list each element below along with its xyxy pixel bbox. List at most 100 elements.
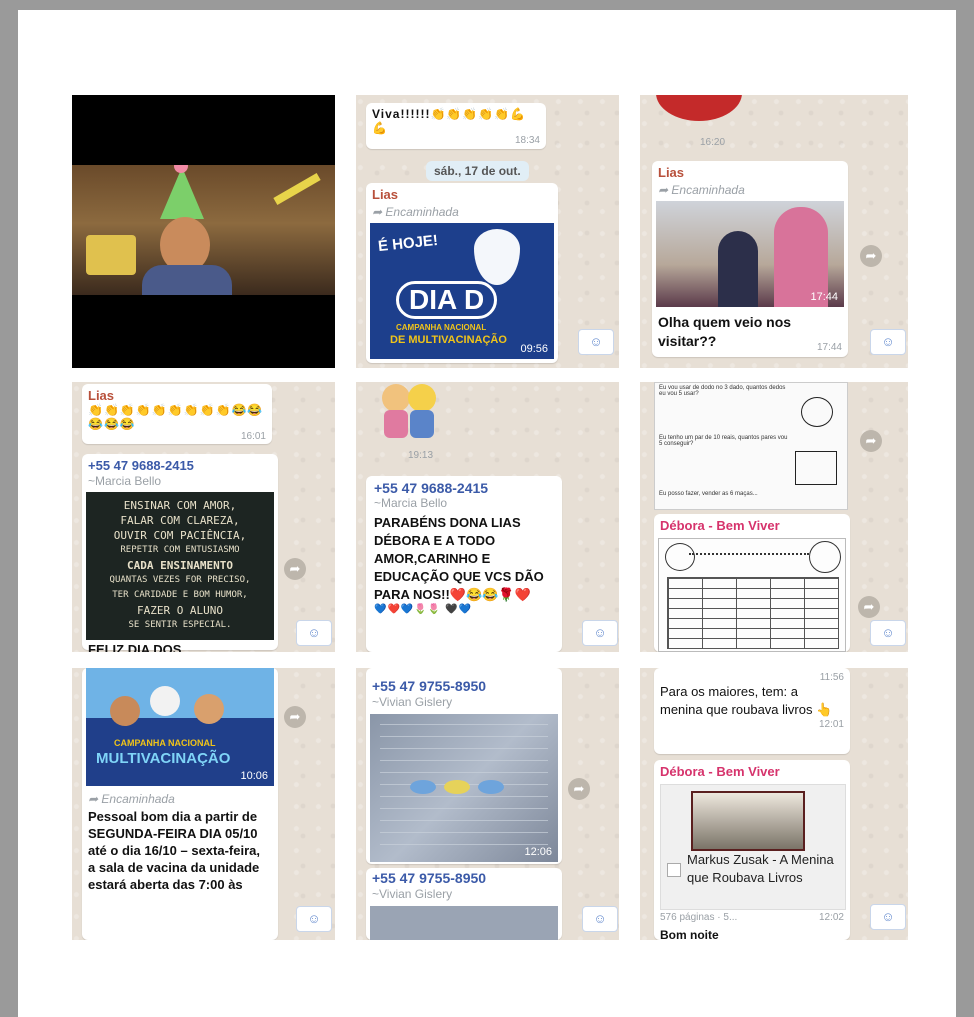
link-footer: 576 páginas · 5... [660,912,738,923]
multivacinacao-poster[interactable]: CAMPANHA NACIONAL MULTIVACINAÇÃO 10:06 [86,668,274,786]
share-arrow-icon[interactable]: ➦ [284,558,306,580]
screenshot-cell-8: +55 47 9755-8950 ~Vivian Gislery 12:06 +… [356,668,619,940]
message-time: 11:56 [819,672,844,683]
forwarded-label: ➦ Encaminhada [372,205,459,219]
message-time: 19:13 [408,450,434,461]
reaction-icon[interactable]: ☺ [582,620,618,646]
screenshot-cell-6: Eu vou usar de dodo no 3 dado, quantos d… [640,382,908,652]
screenshot-cell-7: CAMPANHA NACIONAL MULTIVACINAÇÃO 10:06 ➦… [72,668,335,940]
message-time: 12:02 [818,912,844,923]
chalk-line: TER CARIDADE E BOM HUMOR, [112,590,248,600]
poster-line2: DE MULTIVACINAÇÃO [390,334,507,346]
message-bubble[interactable]: Viva!!!!!!👏👏👏👏👏💪💪 18:34 [366,103,546,149]
forwarded-label: ➦ Encaminhada [88,792,175,806]
message-bubble[interactable]: CAMPANHA NACIONAL MULTIVACINAÇÃO 10:06 ➦… [82,668,278,940]
worksheet-drawing [801,397,833,427]
chalk-line: ENSINAR COM AMOR, [123,499,237,512]
share-arrow-icon[interactable]: ➦ [284,706,306,728]
activity-sheet-image[interactable] [658,538,846,652]
notebook-photo[interactable] [370,906,558,940]
reaction-icon[interactable]: ☺ [578,329,614,355]
reaction-icon[interactable]: ☺ [870,904,906,930]
message-text: FELIZ DIA DOS [88,642,182,652]
message-bubble[interactable]: +55 47 9688-2415 ~Marcia Bello ENSINAR C… [82,454,278,652]
message-bubble[interactable]: +55 47 9755-8950 ~Vivian Gislery [366,868,562,940]
message-bubble[interactable]: +55 47 9688-2415 ~Marcia Bello PARABÉNS … [366,476,562,652]
poster-hoje: É HOJE! [377,231,439,256]
message-bubble[interactable]: +55 47 9755-8950 ~Vivian Gislery 12:06 [366,668,562,864]
share-arrow-icon[interactable]: ➦ [860,245,882,267]
reaction-icon[interactable]: ☺ [870,329,906,355]
worksheet-drawing [795,451,837,485]
reaction-icon[interactable]: ☺ [582,906,618,932]
poster-line1: CAMPANHA NACIONAL [114,738,216,748]
chalk-line: FAZER O ALUNO [136,604,224,617]
forward-arrow-icon: ➦ [88,792,102,806]
poster-kids [110,686,230,730]
share-arrow-icon[interactable]: ➦ [568,778,590,800]
vaccine-drop-mascot [474,229,520,285]
message-bubble[interactable]: Lias ➦ Encaminhada É HOJE! DIA D CAMPANH… [366,183,558,363]
reaction-icon[interactable]: ☺ [296,906,332,932]
message-text: Olha quem veio nos visitar?? [658,314,792,349]
poster-line2: MULTIVACINAÇÃO [96,750,231,767]
chalk-line: CADA ENSINAMENTO [127,559,233,572]
sender-name: Débora - Bem Viver [660,518,780,533]
message-text: Viva!!!!!!👏👏👏👏👏💪💪 [372,107,527,135]
message-time: 10:06 [240,770,268,782]
screenshot-cell-4: Lias 👏👏👏👏👏👏👏👏👏😂😂😂😂😂 16:01 +55 47 9688-24… [72,382,335,652]
share-arrow-icon[interactable]: ➦ [858,596,880,618]
forward-arrow-icon: ➦ [372,205,386,219]
poster-line1: CAMPANHA NACIONAL [396,323,487,332]
sender-phone: +55 47 9755-8950 [372,678,487,694]
chalkboard-image[interactable]: ENSINAR COM AMOR, FALAR COM CLAREZA, OUV… [86,492,274,640]
chalk-line: REPETIR COM ENTUSIASMO [120,545,240,555]
child-figure [718,231,758,307]
dia-d-poster[interactable]: É HOJE! DIA D CAMPANHA NACIONAL DE MULTI… [370,223,554,359]
message-time: 18:34 [514,135,540,146]
party-hat [160,167,204,219]
link-preview[interactable]: Markus Zusak - A Menina que Roubava Livr… [660,784,846,910]
heart-sticker [656,95,742,121]
link-icon [667,863,681,877]
chalk-line: FALAR COM CLAREZA, [120,514,240,527]
sender-phone: +55 47 9688-2415 [374,480,489,496]
message-text: Bom noite [660,928,719,940]
drawing-blobs [410,780,510,796]
message-bubble[interactable]: Débora - Bem Viver [654,514,850,652]
sender-subname: ~Marcia Bello [374,496,448,510]
sender-subname: ~Vivian Gislery [372,695,453,709]
chalk-line: OUVIR COM PACIÊNCIA, [113,529,247,542]
message-text: Para os maiores, tem: a menina que rouba… [660,684,833,717]
poster-dia-d: DIA D [396,281,498,319]
message-text: 👏👏👏👏👏👏👏👏👏😂😂😂😂😂 [88,403,264,431]
date-pill: sáb., 17 de out. [426,161,529,181]
message-bubble[interactable]: 11:56 Para os maiores, tem: a menina que… [654,668,850,754]
message-time: 17:44 [810,291,838,303]
reaction-icon[interactable]: ☺ [296,620,332,646]
sender-subname: ~Marcia Bello [88,474,162,488]
screenshot-cell-9: 11:56 Para os maiores, tem: a menina que… [640,668,908,940]
message-time: 09:56 [520,343,548,355]
worksheet-question: Eu posso fazer, vender as 6 maças... [659,491,758,497]
sender-subname: ~Vivian Gislery [372,887,453,901]
bunting [689,543,809,555]
message-bubble[interactable]: Lias ➦ Encaminhada 17:44 Olha quem veio … [652,161,848,357]
message-time: 12:01 [818,719,844,730]
chalk-line: SE SENTIR ESPECIAL. [128,620,232,630]
reaction-icon[interactable]: ☺ [870,620,906,646]
worksheet-image[interactable]: Eu vou usar de dodo no 3 dado, quantos d… [654,382,848,510]
screenshot-cell-2: Viva!!!!!!👏👏👏👏👏💪💪 18:34 sáb., 17 de out.… [356,95,619,368]
forwarded-label: ➦ Encaminhada [658,183,745,197]
visitors-photo[interactable]: 17:44 [656,201,844,307]
notebook-photo[interactable]: 12:06 [370,714,558,862]
message-time: 16:01 [240,431,266,442]
message-bubble[interactable]: Débora - Bem Viver Markus Zusak - A Meni… [654,760,850,940]
message-bubble[interactable]: Lias 👏👏👏👏👏👏👏👏👏😂😂😂😂😂 16:01 [82,384,272,444]
sheet-drawing [665,543,695,571]
message-text: PARABÉNS DONA LIAS DÉBORA E A TODO AMOR,… [374,515,544,602]
cake-decoration [86,235,136,275]
sheet-table [667,577,839,649]
link-title: Markus Zusak - A Menina que Roubava Livr… [687,852,834,885]
share-arrow-icon[interactable]: ➦ [860,430,882,452]
